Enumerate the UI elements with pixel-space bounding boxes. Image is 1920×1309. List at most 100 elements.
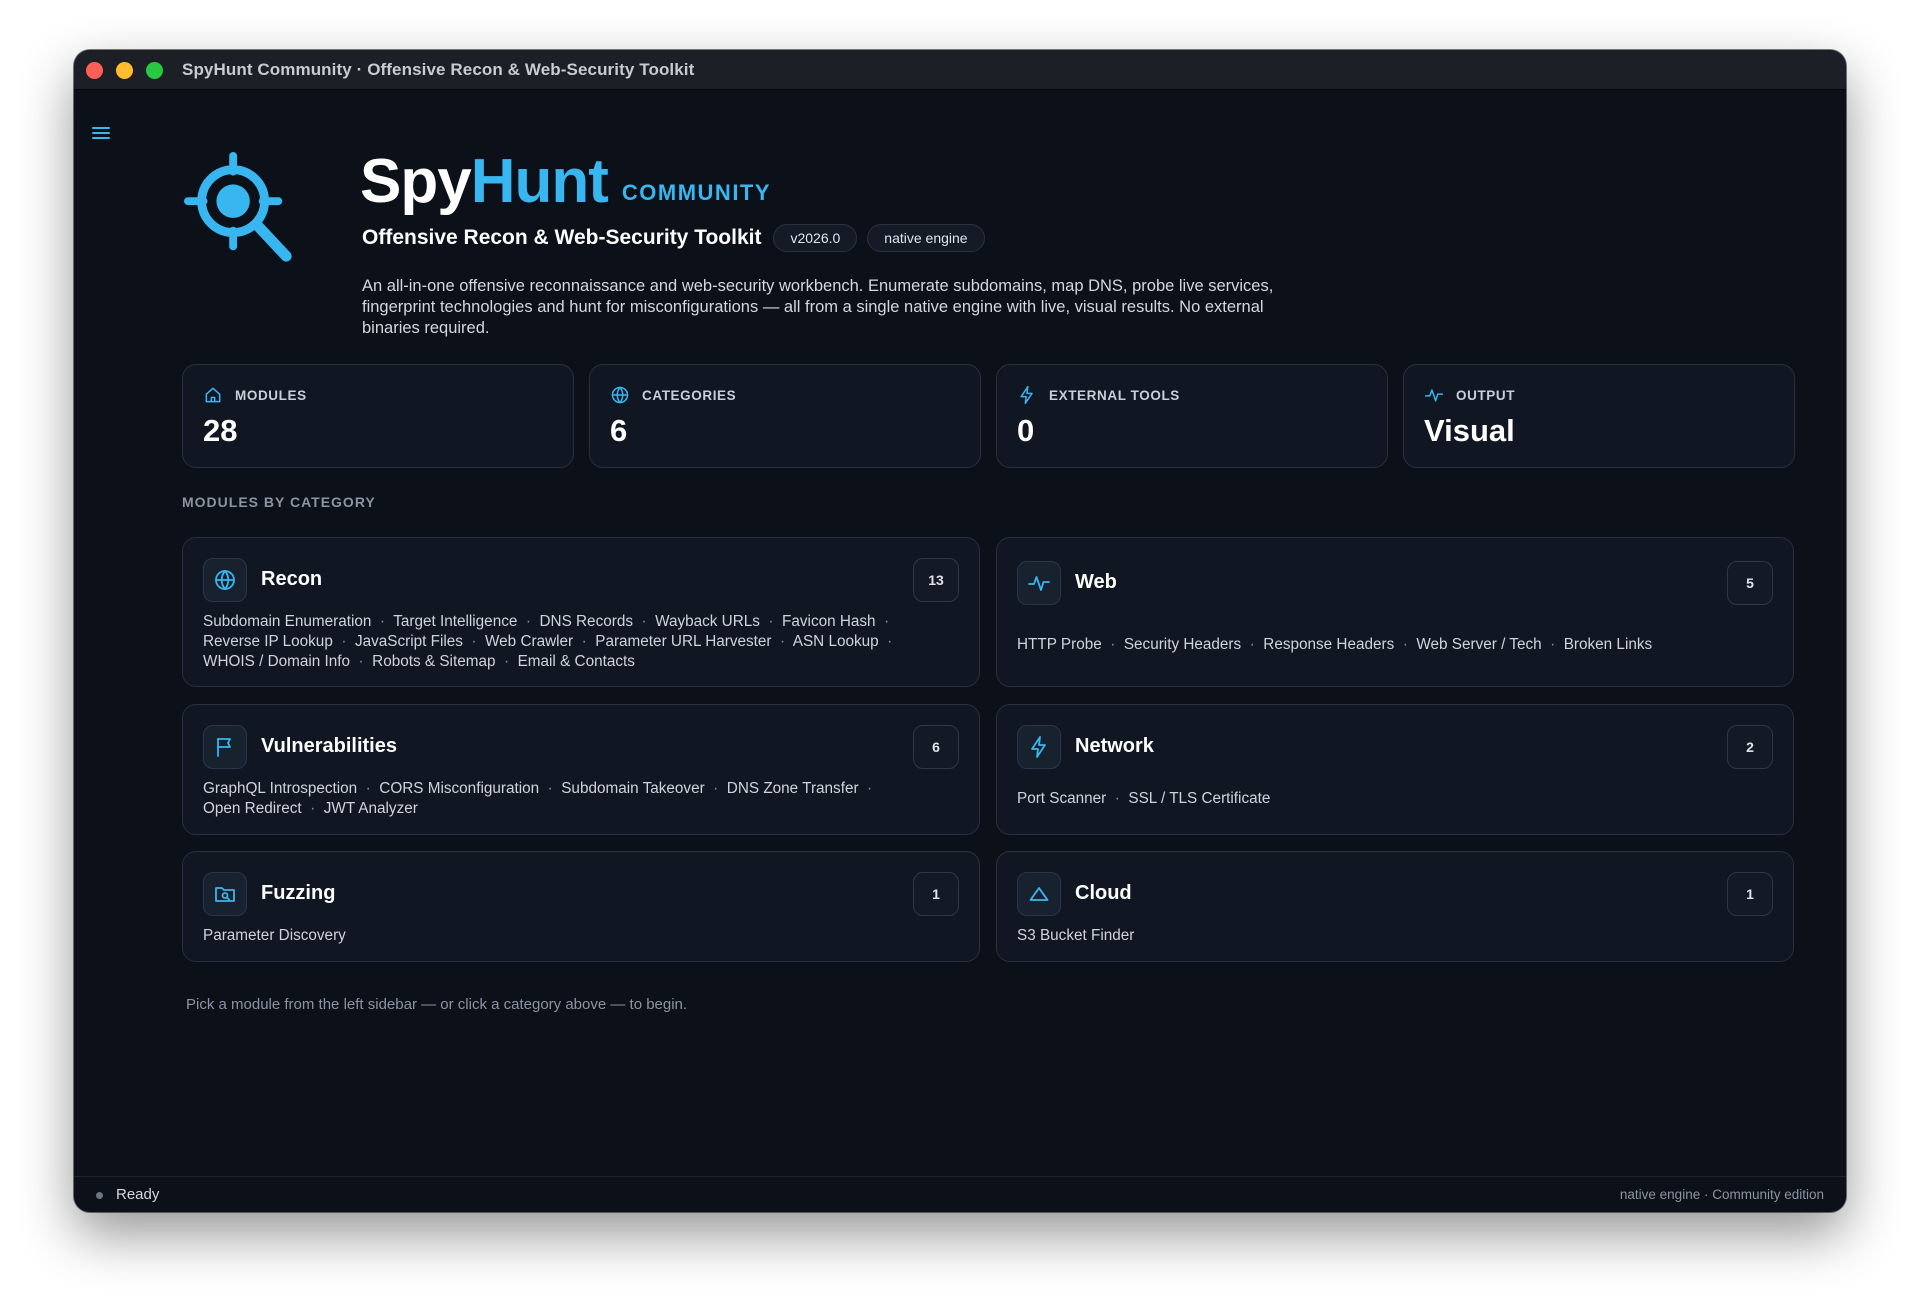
- bolt-icon: [1017, 385, 1037, 405]
- brand-edition: COMMUNITY: [621, 180, 772, 205]
- module-separator: ·: [1394, 636, 1417, 653]
- window-title: SpyHunt Community · Offensive Recon & We…: [182, 60, 695, 79]
- stat-label: OUTPUT: [1456, 387, 1516, 403]
- module-separator: ·: [1101, 636, 1124, 653]
- category-card-web[interactable]: Web 5 HTTP Probe · Security Headers · Re…: [996, 537, 1794, 687]
- folder-search-icon: [213, 882, 237, 906]
- module-separator: ·: [858, 780, 877, 797]
- stat-value: 28: [203, 413, 238, 448]
- status-indicator: [96, 1192, 103, 1199]
- category-card-network[interactable]: Network 2 Port Scanner · SSL / TLS Certi…: [996, 704, 1794, 835]
- category-card-vulnerabilities[interactable]: Vulnerabilities 6 GraphQL Introspection …: [182, 704, 980, 835]
- crosshair-magnifier-icon: [183, 151, 292, 262]
- category-card-fuzzing[interactable]: Fuzzing 1 Parameter Discovery: [182, 851, 980, 962]
- category-title: Fuzzing: [261, 882, 336, 904]
- category-title: Web: [1075, 571, 1117, 593]
- module-link[interactable]: Subdomain Enumeration: [203, 613, 371, 630]
- module-link[interactable]: Response Headers: [1263, 636, 1394, 653]
- module-link[interactable]: S3 Bucket Finder: [1017, 927, 1134, 944]
- bolt-icon: [1027, 735, 1051, 759]
- module-link[interactable]: JavaScript Files: [355, 633, 463, 650]
- category-count-badge: 13: [913, 558, 959, 602]
- module-separator: ·: [573, 633, 596, 650]
- module-separator: ·: [539, 780, 562, 797]
- home-icon: [203, 385, 223, 405]
- module-link[interactable]: ASN Lookup: [793, 633, 879, 650]
- stat-value: Visual: [1424, 413, 1515, 448]
- stat-label: EXTERNAL TOOLS: [1049, 387, 1180, 403]
- maximize-window-button[interactable]: [146, 62, 163, 79]
- module-link[interactable]: CORS Misconfiguration: [379, 780, 539, 797]
- version-badge: v2026.0: [773, 224, 858, 252]
- category-count-badge: 1: [1727, 872, 1773, 916]
- module-separator: ·: [704, 780, 727, 797]
- category-count-badge: 6: [913, 725, 959, 769]
- engine-badge: native engine: [867, 224, 985, 252]
- module-link[interactable]: GraphQL Introspection: [203, 780, 357, 797]
- module-link[interactable]: Security Headers: [1124, 636, 1241, 653]
- module-link[interactable]: Subdomain Takeover: [561, 780, 704, 797]
- module-separator: ·: [350, 653, 373, 670]
- category-count-badge: 5: [1727, 561, 1773, 605]
- app-description: An all-in-one offensive reconnaissance a…: [362, 277, 1274, 337]
- module-link[interactable]: Reverse IP Lookup: [203, 633, 333, 650]
- category-module-list: Port Scanner · SSL / TLS Certificate: [1017, 789, 1757, 809]
- app-subtitle: Offensive Recon & Web-Security Toolkit: [362, 226, 762, 249]
- flag-icon: [213, 735, 237, 759]
- module-link[interactable]: Open Redirect: [203, 800, 302, 817]
- globe-icon: [610, 385, 630, 405]
- hamburger-menu-icon[interactable]: [90, 122, 112, 144]
- category-module-list: S3 Bucket Finder: [1017, 926, 1757, 946]
- module-link[interactable]: Parameter URL Harvester: [595, 633, 771, 650]
- module-link[interactable]: Target Intelligence: [393, 613, 517, 630]
- category-title: Recon: [261, 568, 323, 590]
- stat-card-modules: MODULES 28: [182, 364, 574, 468]
- module-link[interactable]: HTTP Probe: [1017, 636, 1102, 653]
- module-separator: ·: [371, 613, 394, 630]
- module-link[interactable]: SSL / TLS Certificate: [1128, 790, 1270, 807]
- stat-label: CATEGORIES: [642, 387, 737, 403]
- module-link[interactable]: Web Crawler: [485, 633, 573, 650]
- category-title: Cloud: [1075, 882, 1132, 904]
- module-link[interactable]: Web Server / Tech: [1416, 636, 1541, 653]
- module-link[interactable]: Email & Contacts: [518, 653, 635, 670]
- category-card-recon[interactable]: Recon 13 Subdomain Enumeration · Target …: [182, 537, 980, 687]
- section-label: MODULES BY CATEGORY: [182, 494, 376, 510]
- module-link[interactable]: Broken Links: [1564, 636, 1652, 653]
- module-separator: ·: [357, 780, 380, 797]
- module-link[interactable]: WHOIS / Domain Info: [203, 653, 350, 670]
- module-link[interactable]: Robots & Sitemap: [372, 653, 495, 670]
- module-separator: ·: [878, 633, 897, 650]
- app-window: SpyHunt Community · Offensive Recon & We…: [74, 50, 1846, 1212]
- module-separator: ·: [1241, 636, 1264, 653]
- module-link[interactable]: Favicon Hash: [782, 613, 876, 630]
- module-separator: ·: [301, 800, 324, 817]
- category-title: Network: [1075, 735, 1154, 757]
- module-separator: ·: [517, 613, 540, 630]
- module-separator: ·: [495, 653, 518, 670]
- category-title: Vulnerabilities: [261, 735, 397, 757]
- hint-text: Pick a module from the left sidebar — or…: [186, 996, 688, 1013]
- status-edition: native engine · Community edition: [1619, 1187, 1824, 1202]
- cloud-triangle-icon: [1027, 882, 1051, 906]
- module-link[interactable]: DNS Records: [539, 613, 633, 630]
- category-module-list: HTTP Probe · Security Headers · Response…: [1017, 635, 1757, 655]
- module-separator: ·: [462, 633, 486, 650]
- category-module-list: Subdomain Enumeration · Target Intellige…: [203, 612, 943, 672]
- module-separator: ·: [632, 613, 656, 630]
- category-count-badge: 1: [913, 872, 959, 916]
- module-link[interactable]: Port Scanner: [1017, 790, 1106, 807]
- category-card-cloud[interactable]: Cloud 1 S3 Bucket Finder: [996, 851, 1794, 962]
- globe-icon: [213, 568, 237, 592]
- status-text: Ready: [116, 1186, 160, 1203]
- close-window-button[interactable]: [86, 62, 103, 79]
- module-separator: ·: [759, 613, 783, 630]
- module-link[interactable]: Parameter Discovery: [203, 927, 346, 944]
- module-link[interactable]: JWT Analyzer: [324, 800, 418, 817]
- category-count-badge: 2: [1727, 725, 1773, 769]
- status-bar: Ready native engine · Community edition: [74, 1176, 1846, 1212]
- module-link[interactable]: Wayback URLs: [655, 613, 760, 630]
- minimize-window-button[interactable]: [116, 62, 133, 79]
- stat-value: 6: [610, 413, 628, 448]
- module-link[interactable]: DNS Zone Transfer: [727, 780, 859, 797]
